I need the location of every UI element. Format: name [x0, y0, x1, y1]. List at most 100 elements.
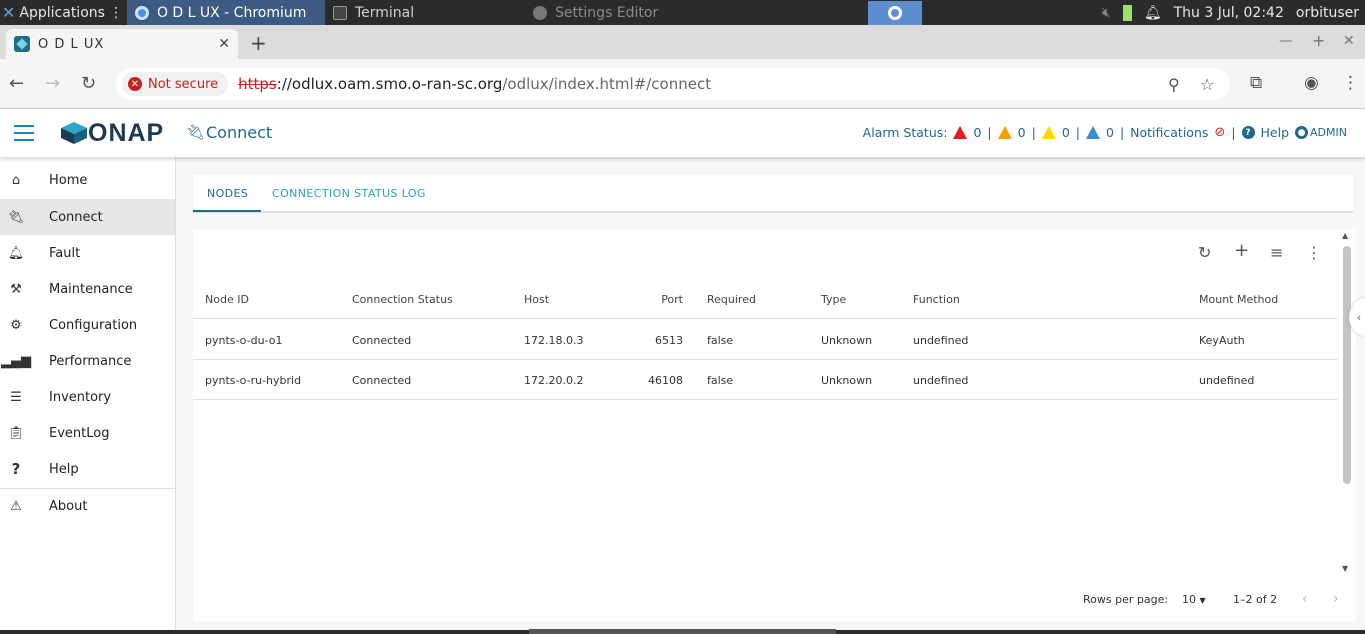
sidebar-item-configuration[interactable]: ⚙ Configuration: [0, 307, 175, 343]
user-menu[interactable]: ADMIN: [1310, 126, 1347, 139]
separator: |: [987, 125, 992, 140]
scrollbar-thumb[interactable]: [1343, 246, 1351, 484]
sidebar-item-performance[interactable]: ▂▄▆ Performance: [0, 343, 175, 379]
alarm-status-label: Alarm Status:: [862, 125, 948, 140]
tab-nodes[interactable]: NODES: [207, 187, 248, 200]
rows-per-page-value: 10: [1182, 593, 1196, 606]
sidebar-item-maintenance[interactable]: ⚒ Maintenance: [0, 271, 175, 307]
bookmark-star-icon[interactable]: ☆: [1200, 75, 1214, 94]
tools-icon: ⚒: [10, 281, 22, 297]
taskbar-chromium[interactable]: O D L UX - Chromium: [126, 0, 325, 25]
user-account-icon[interactable]: ●: [1295, 126, 1309, 139]
cell-mount-method: KeyAuth: [1199, 334, 1245, 347]
header-status-bar: Alarm Status: 0 | 0 | 0 | 0 | Notificati…: [863, 125, 1347, 140]
maximize-icon[interactable]: +: [1312, 31, 1325, 50]
column-header-function[interactable]: Function: [913, 293, 960, 306]
browser-toolbar: ← → ↻ ✕ Not secure https://odlux.oam.smo…: [0, 59, 1365, 109]
major-alarm-icon[interactable]: [997, 126, 1012, 139]
minimize-icon[interactable]: —: [1279, 33, 1293, 49]
table-row[interactable]: pynts-o-ru-hybrid Connected 172.20.0.2 4…: [193, 360, 1338, 400]
url-host: ://odlux.oam.smo.o-ran-sc.org: [276, 75, 503, 93]
forward-icon[interactable]: →: [45, 73, 60, 94]
chromium-icon: [134, 5, 149, 20]
table-header: Node ID Connection Status Host Port Requ…: [193, 279, 1338, 319]
page-horizontal-scrollbar[interactable]: [529, 629, 836, 634]
column-header-mount-method[interactable]: Mount Method: [1199, 293, 1278, 306]
applications-label: Applications: [19, 4, 105, 21]
column-header-connection-status[interactable]: Connection Status: [352, 293, 453, 306]
tab-search-icon[interactable]: ⧉: [1250, 73, 1262, 93]
sidebar-item-inventory[interactable]: ☰ Inventory: [0, 379, 175, 415]
xfce-icon: ✕: [2, 3, 16, 22]
notifications-disabled-icon[interactable]: ⊘: [1214, 125, 1225, 140]
table-vertical-scrollbar[interactable]: ▲ ▼: [1340, 229, 1352, 579]
clock[interactable]: Thu 3 Jul, 02:42: [1174, 5, 1284, 21]
browser-menu-icon[interactable]: ⋮: [1342, 73, 1359, 93]
new-tab-icon[interactable]: +: [250, 31, 267, 55]
sidebar-item-eventlog[interactable]: 📋︎ EventLog: [0, 415, 175, 451]
rows-per-page-label: Rows per page:: [1083, 593, 1169, 606]
scroll-down-icon[interactable]: ▼: [1342, 564, 1348, 573]
sidebar-item-label: Home: [49, 172, 88, 188]
volume-muted-icon[interactable]: 🔇︎: [1102, 5, 1111, 21]
browser-tabstrip: O D L UX ✕ + — + ✕: [0, 25, 1365, 59]
profile-icon[interactable]: ◉: [1304, 73, 1319, 93]
pagination-range: 1–2 of 2: [1233, 593, 1278, 606]
rows-per-page-select[interactable]: 10 ▼: [1182, 593, 1206, 606]
critical-alarm-count[interactable]: 0: [973, 125, 981, 140]
sidebar-item-home[interactable]: ⌂ Home: [0, 162, 175, 198]
more-options-icon[interactable]: ⋮: [1306, 243, 1322, 262]
add-icon[interactable]: +: [1234, 240, 1249, 261]
workspace-preview[interactable]: [868, 0, 923, 25]
browser-tab[interactable]: O D L UX ✕: [6, 29, 238, 59]
url-text[interactable]: https://odlux.oam.smo.o-ran-sc.org/odlux…: [238, 75, 711, 93]
refresh-icon[interactable]: ↻: [1198, 243, 1211, 262]
security-chip[interactable]: ✕ Not secure: [122, 72, 229, 96]
tab-indicator: [193, 210, 261, 212]
back-icon[interactable]: ←: [9, 73, 24, 94]
reload-icon[interactable]: ↻: [81, 73, 96, 94]
close-tab-icon[interactable]: ✕: [218, 36, 230, 52]
close-window-icon[interactable]: ✕: [1343, 33, 1355, 49]
applications-menu[interactable]: ✕ Applications ⋮: [0, 0, 127, 25]
main-content: NODES CONNECTION STATUS LOG ↻ + ≡ ⋮ Node…: [176, 157, 1365, 634]
notifications-link[interactable]: Notifications: [1130, 125, 1208, 140]
battery-icon[interactable]: [1122, 4, 1132, 21]
sidebar-item-about[interactable]: ⚠ About: [0, 488, 175, 524]
address-bar[interactable]: ✕ Not secure https://odlux.oam.smo.o-ran…: [116, 68, 1230, 100]
sidebar-item-label: About: [49, 498, 88, 514]
taskbar-task-label: Terminal: [354, 4, 415, 21]
hamburger-menu-icon[interactable]: [14, 125, 34, 141]
critical-alarm-icon[interactable]: [953, 126, 968, 139]
taskbar-terminal[interactable]: Terminal: [325, 0, 525, 25]
zoom-search-icon[interactable]: ⚲: [1168, 75, 1180, 94]
tab-connection-status-log[interactable]: CONNECTION STATUS LOG: [272, 187, 426, 200]
warning-alarm-count[interactable]: 0: [1106, 125, 1114, 140]
column-header-port[interactable]: Port: [633, 293, 683, 306]
major-alarm-count[interactable]: 0: [1018, 125, 1026, 140]
user-name[interactable]: orbituser: [1296, 5, 1359, 21]
next-page-icon[interactable]: ›: [1333, 591, 1339, 607]
warning-alarm-icon[interactable]: [1085, 126, 1100, 139]
minor-alarm-icon[interactable]: [1041, 126, 1056, 139]
separator: |: [1231, 125, 1236, 140]
column-header-type[interactable]: Type: [821, 293, 846, 306]
not-secure-label: Not secure: [148, 76, 219, 92]
terminal-icon: [332, 5, 347, 20]
filter-icon[interactable]: ≡: [1270, 243, 1283, 262]
sidebar-item-connect[interactable]: 🔌︎ Connect: [0, 199, 175, 235]
help-icon[interactable]: ?: [1241, 126, 1255, 139]
minor-alarm-count[interactable]: 0: [1062, 125, 1070, 140]
sidebar-item-label: Performance: [49, 353, 132, 369]
help-link[interactable]: Help: [1261, 125, 1290, 140]
table-row[interactable]: pynts-o-du-o1 Connected 172.18.0.3 6513 …: [193, 320, 1338, 360]
sidebar-item-help[interactable]: ? Help: [0, 451, 175, 487]
column-header-host[interactable]: Host: [524, 293, 549, 306]
column-header-required[interactable]: Required: [707, 293, 756, 306]
sidebar-item-fault[interactable]: 🔔︎ Fault: [0, 235, 175, 271]
previous-page-icon[interactable]: ‹: [1302, 591, 1308, 607]
column-header-node-id[interactable]: Node ID: [205, 293, 249, 306]
notification-bell-icon[interactable]: 🔔︎: [1144, 5, 1162, 21]
taskbar-settings-editor[interactable]: Settings Editor: [525, 0, 725, 25]
scroll-up-icon[interactable]: ▲: [1342, 231, 1348, 240]
